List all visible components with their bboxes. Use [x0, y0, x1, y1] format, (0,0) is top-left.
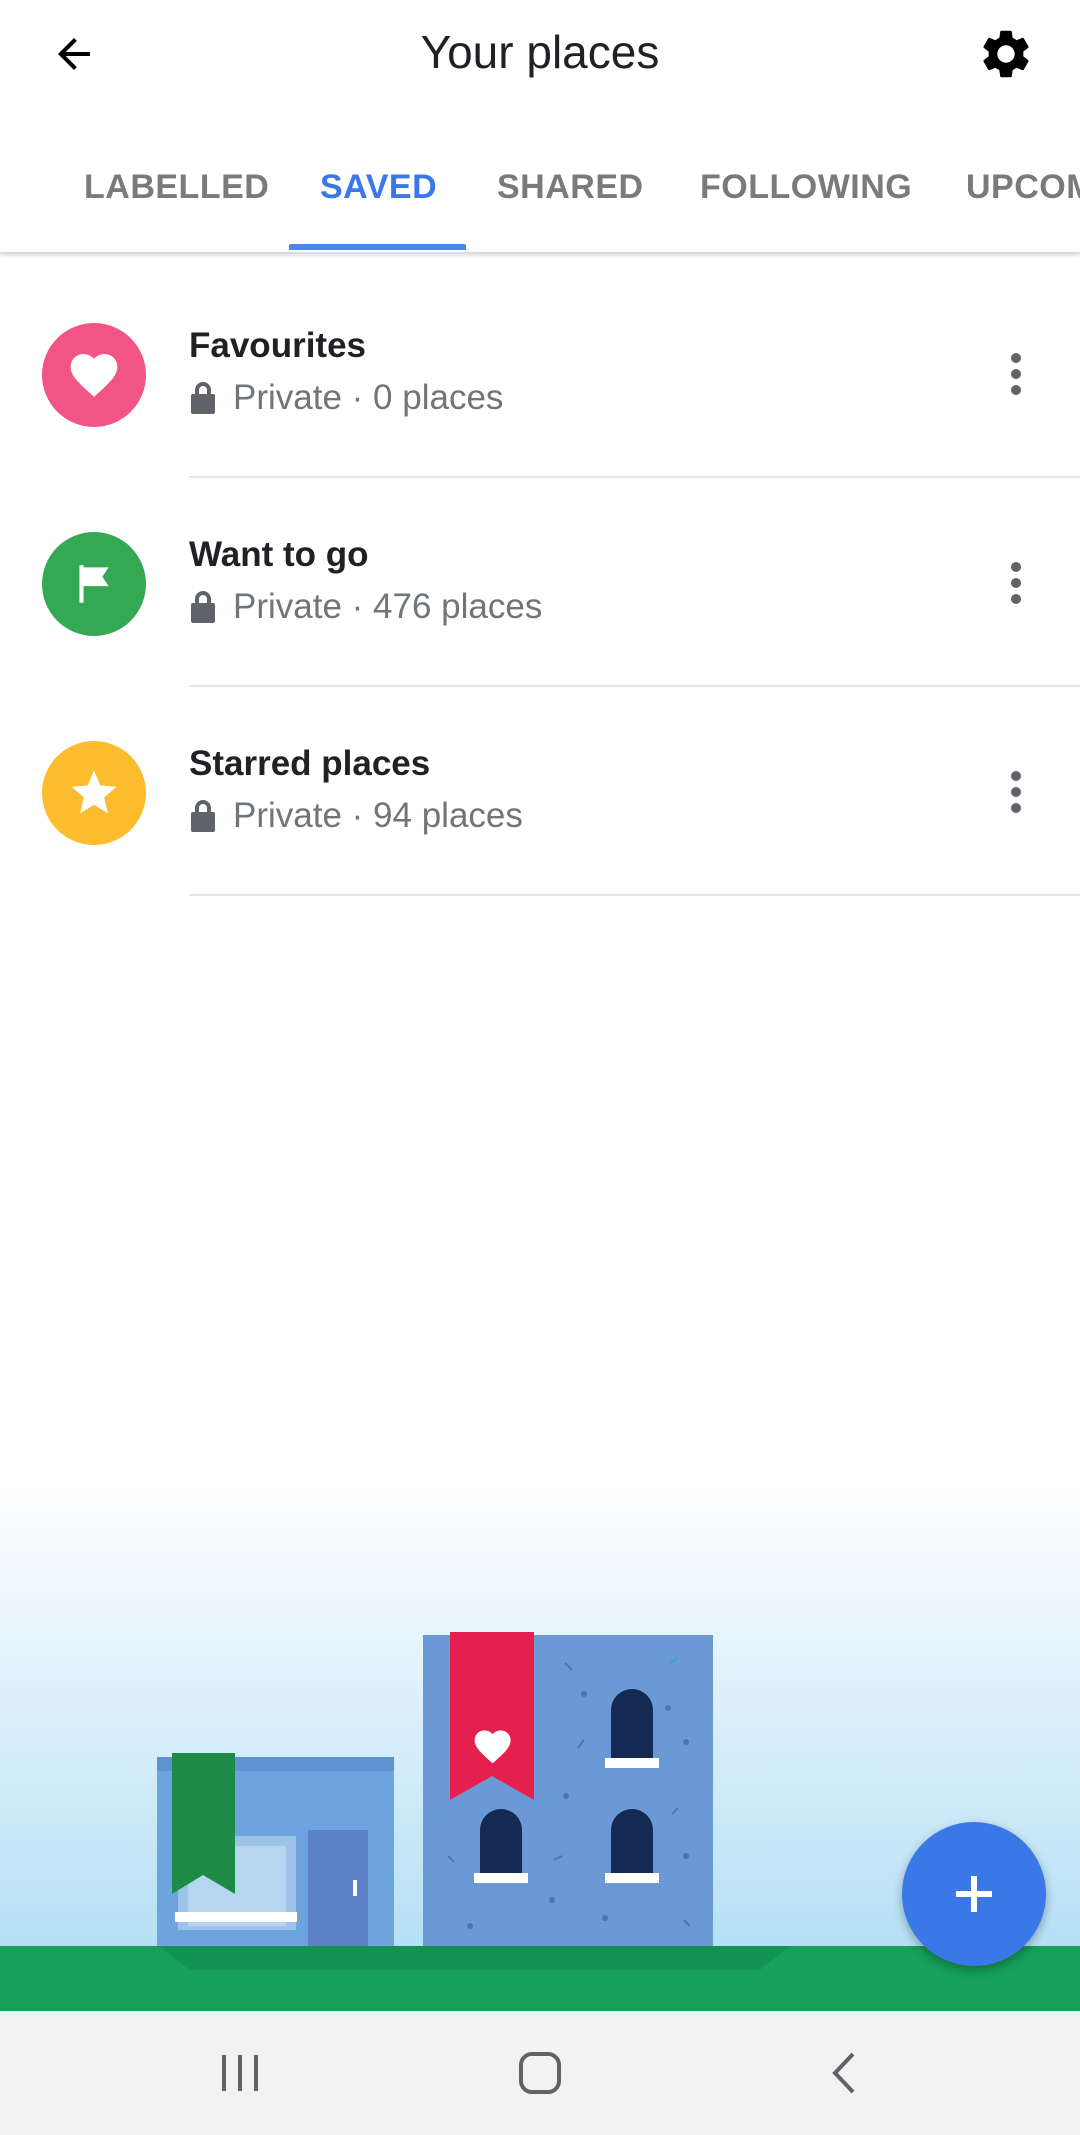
active-tab-indicator — [289, 244, 466, 250]
more-vert-icon — [1011, 771, 1021, 813]
more-options-button[interactable] — [986, 334, 1046, 414]
list-visibility: Private — [233, 796, 342, 835]
tab-following[interactable]: FOLLOWING — [700, 140, 912, 250]
list-meta: Private · 94 places — [189, 796, 523, 836]
lock-icon — [189, 382, 217, 414]
list-avatar — [42, 741, 146, 845]
nav-back-icon — [832, 2052, 855, 2094]
system-navigation-bar — [0, 2011, 1080, 2135]
list-name: Want to go — [189, 535, 369, 574]
tab-bar: LABELLED SAVED SHARED FOLLOWING UPCOMING — [0, 140, 1080, 254]
home-icon — [519, 2052, 561, 2094]
tab-shared[interactable]: SHARED — [497, 140, 644, 250]
home-button[interactable] — [490, 2033, 590, 2113]
list-meta: Private · 0 places — [189, 378, 503, 418]
flag-icon — [79, 565, 109, 603]
app-bar: Your places — [0, 0, 1080, 104]
star-icon — [71, 770, 117, 814]
list-count: · 476 places — [351, 587, 543, 626]
list-avatar — [42, 323, 146, 427]
tab-saved[interactable]: SAVED — [320, 140, 437, 250]
more-options-button[interactable] — [986, 752, 1046, 832]
divider — [189, 685, 1080, 687]
recents-icon — [222, 2055, 258, 2091]
gear-icon — [983, 30, 1029, 78]
list-count: · 0 places — [351, 378, 504, 417]
page-title: Your places — [420, 26, 660, 78]
recents-button[interactable] — [190, 2033, 290, 2113]
tab-labelled[interactable]: LABELLED — [84, 140, 269, 250]
list-meta: Private · 476 places — [189, 587, 542, 627]
list-name: Favourites — [189, 326, 366, 365]
settings-button[interactable] — [966, 14, 1046, 94]
list-item-starred-places[interactable]: Starred places Private · 94 places — [0, 688, 1080, 896]
list-visibility: Private — [233, 587, 342, 626]
lock-icon — [189, 591, 217, 623]
divider — [189, 894, 1080, 896]
heart-icon — [70, 354, 118, 397]
plus-icon — [956, 1876, 992, 1912]
list-item-favourites[interactable]: Favourites Private · 0 places — [0, 270, 1080, 478]
add-list-button[interactable] — [902, 1822, 1046, 1966]
more-vert-icon — [1011, 353, 1021, 395]
list-item-want-to-go[interactable]: Want to go Private · 476 places — [0, 479, 1080, 687]
list-count: · 94 places — [351, 796, 523, 835]
more-options-button[interactable] — [986, 543, 1046, 623]
more-vert-icon — [1011, 562, 1021, 604]
list-name: Starred places — [189, 744, 431, 783]
divider — [189, 476, 1080, 478]
nav-back-button[interactable] — [794, 2033, 894, 2113]
lock-icon — [189, 800, 217, 832]
list-visibility: Private — [233, 378, 342, 417]
tab-upcoming[interactable]: UPCOMING — [966, 140, 1080, 250]
list-avatar — [42, 532, 146, 636]
